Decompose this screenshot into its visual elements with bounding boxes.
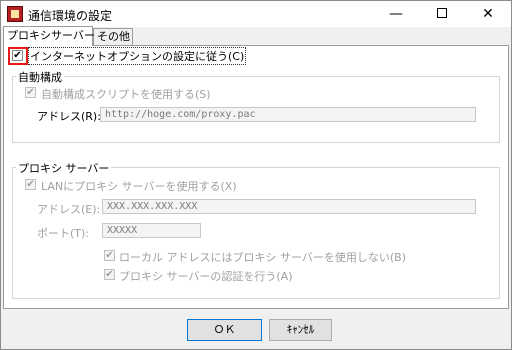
use-ie-options-checkbox[interactable]	[12, 50, 23, 61]
auto-script-address-label: アドレス(R):	[37, 110, 101, 123]
maximize-button[interactable]	[419, 1, 465, 27]
settings-dialog: 通信環境の設定 — ✕ プロキシサーバー その他 インターネットオプションの設定…	[0, 0, 512, 350]
proxy-port-label: ポート(T):	[37, 227, 90, 240]
use-auto-script-label: 自動構成スクリプトを使用する(S)	[41, 88, 211, 101]
cancel-button[interactable]: ｷｬﾝｾﾙ	[269, 319, 332, 341]
proxy-port-input[interactable]: XXXXX	[102, 223, 201, 238]
ok-button[interactable]: ＯＫ	[187, 319, 262, 341]
window-title: 通信環境の設定	[28, 9, 113, 23]
maximize-icon	[437, 8, 447, 18]
bypass-local-checkbox[interactable]	[104, 250, 115, 261]
proxy-address-label: アドレス(E):	[37, 203, 101, 216]
use-auto-script-checkbox[interactable]	[25, 87, 36, 98]
proxy-server-title: プロキシ サーバー	[16, 160, 112, 176]
app-icon	[7, 6, 23, 22]
use-proxy-checkbox[interactable]	[25, 179, 36, 190]
use-proxy-label: LANにプロキシ サーバーを使用する(X)	[41, 180, 237, 193]
tab-other[interactable]: その他	[93, 28, 133, 45]
bypass-local-label: ローカル アドレスにはプロキシ サーバーを使用しない(B)	[119, 251, 407, 264]
close-button[interactable]: ✕	[465, 1, 511, 27]
auto-script-address-input[interactable]: http://hoge.com/proxy.pac	[100, 107, 476, 122]
minimize-button[interactable]: —	[373, 1, 419, 27]
auto-config-title: 自動構成	[16, 69, 64, 85]
proxy-auth-checkbox[interactable]	[104, 269, 115, 280]
proxy-auth-label: プロキシ サーバーの認証を行う(A)	[119, 270, 293, 283]
use-ie-options-label[interactable]: インターネットオプションの設定に従う(C)	[27, 47, 247, 65]
proxy-address-input[interactable]: XXX.XXX.XXX.XXX	[102, 199, 476, 214]
title-bar[interactable]: 通信環境の設定 — ✕	[1, 1, 511, 27]
tab-proxy-server[interactable]: プロキシサーバー	[3, 26, 95, 46]
